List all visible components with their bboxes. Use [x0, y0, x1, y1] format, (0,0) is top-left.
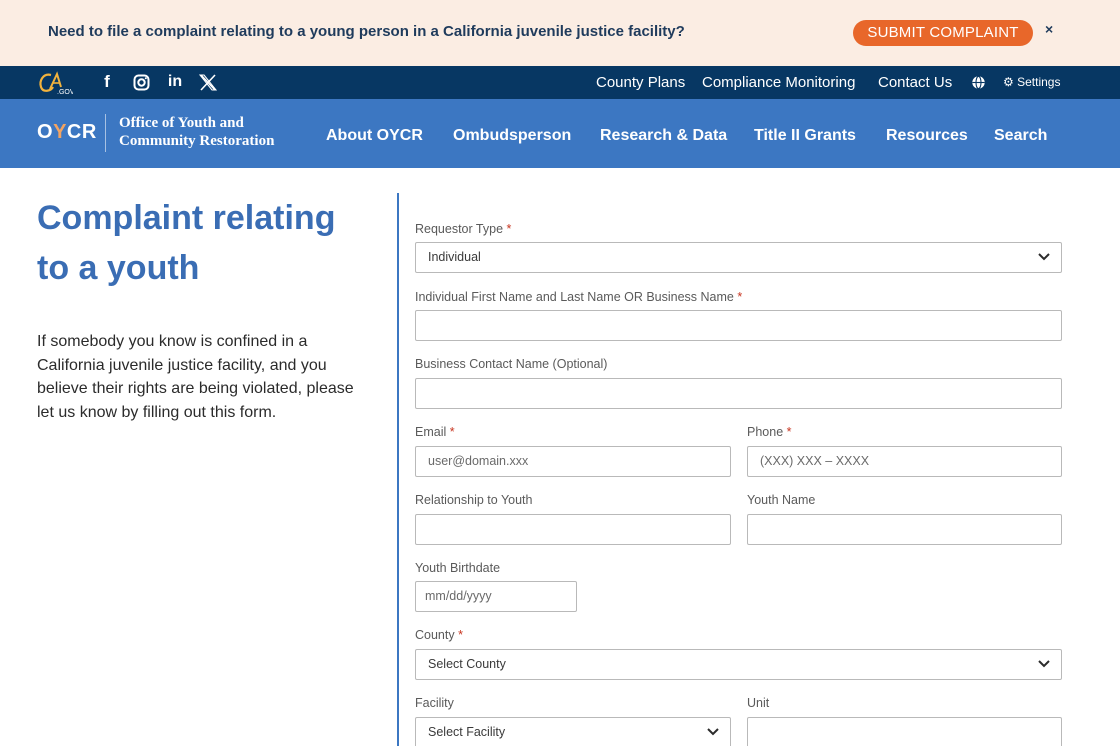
facebook-icon[interactable]: f — [96, 71, 118, 93]
facility-value: Select Facility — [428, 725, 506, 739]
svg-text:.GOV: .GOV — [57, 89, 73, 95]
intro-text: If somebody you know is confined in a Ca… — [37, 333, 354, 421]
instagram-icon[interactable] — [130, 71, 152, 93]
page-title: Complaint relating to a youth — [37, 199, 336, 287]
submit-complaint-button[interactable]: SUBMIT COMPLAINT — [853, 20, 1033, 46]
county-label: County * — [415, 628, 463, 642]
facility-select[interactable]: Select Facility — [415, 717, 731, 746]
requestor-type-label: Requestor Type * — [415, 222, 512, 236]
unit-field[interactable] — [747, 717, 1062, 746]
name-label: Individual First Name and Last Name OR B… — [415, 290, 743, 304]
county-select[interactable]: Select County — [415, 649, 1062, 680]
globe-icon[interactable] — [971, 75, 986, 90]
main-nav: OYCR Office of Youth and Community Resto… — [0, 99, 1120, 168]
phone-label: Phone * — [747, 425, 792, 439]
gear-icon: ⚙ — [1003, 75, 1014, 89]
x-icon[interactable] — [197, 71, 219, 93]
column-divider — [397, 193, 399, 746]
requestor-type-value: Individual — [428, 250, 481, 264]
complaint-alert-banner: Need to file a complaint relating to a y… — [0, 0, 1120, 66]
relationship-field[interactable] — [415, 514, 731, 545]
linkedin-icon[interactable]: in — [164, 71, 186, 93]
close-icon[interactable]: × — [1045, 21, 1053, 37]
name-field[interactable] — [415, 310, 1062, 341]
ca-gov-logo[interactable]: .GOV — [37, 71, 73, 95]
nav-ombudsperson[interactable]: Ombudsperson — [453, 127, 571, 145]
email-field[interactable]: user@domain.xxx — [415, 446, 731, 477]
nav-resources[interactable]: Resources — [886, 127, 968, 145]
nav-title-ii-grants[interactable]: Title II Grants — [754, 127, 856, 145]
business-contact-label: Business Contact Name (Optional) — [415, 357, 608, 371]
alert-text: Need to file a complaint relating to a y… — [48, 23, 685, 40]
facility-label: Facility — [415, 696, 454, 710]
contact-us-link[interactable]: Contact Us — [878, 74, 952, 91]
settings-button[interactable]: ⚙ Settings — [1003, 75, 1060, 89]
county-value: Select County — [428, 657, 506, 671]
brand-name-line1: Office of Youth and — [119, 115, 244, 131]
nav-search[interactable]: Search — [994, 127, 1047, 145]
oycr-logo[interactable]: OYCR — [37, 121, 97, 144]
brand-name[interactable]: Office of Youth and Community Restoratio… — [119, 114, 274, 150]
chevron-down-icon — [1038, 253, 1050, 261]
requestor-type-select[interactable]: Individual — [415, 242, 1062, 273]
business-contact-field[interactable] — [415, 378, 1062, 409]
phone-field[interactable]: (XXX) XXX – XXXX — [747, 446, 1062, 477]
brand-divider — [105, 114, 106, 152]
nav-research-data[interactable]: Research & Data — [600, 127, 727, 145]
youth-name-field[interactable] — [747, 514, 1062, 545]
relationship-label: Relationship to Youth — [415, 493, 533, 507]
settings-label: Settings — [1017, 75, 1061, 89]
unit-label: Unit — [747, 696, 770, 710]
birthdate-field[interactable]: mm/dd/yyyy — [415, 581, 577, 612]
brand-name-line2: Community Restoration — [119, 133, 275, 149]
birthdate-label: Youth Birthdate — [415, 561, 501, 575]
youth-name-label: Youth Name — [747, 493, 816, 507]
utility-bar: .GOV f in County Plans Compliance Monito… — [0, 66, 1120, 99]
county-plans-link[interactable]: County Plans — [596, 74, 685, 91]
email-label: Email * — [415, 425, 455, 439]
chevron-down-icon — [1038, 660, 1050, 668]
compliance-monitoring-link[interactable]: Compliance Monitoring — [702, 74, 855, 91]
chevron-down-icon — [707, 728, 719, 736]
nav-about-oycr[interactable]: About OYCR — [326, 127, 423, 145]
